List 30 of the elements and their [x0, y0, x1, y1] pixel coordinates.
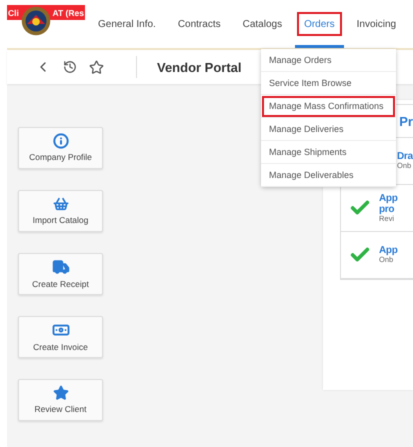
task-title[interactable]: App: [379, 245, 398, 256]
nav-tab[interactable]: General Info.: [91, 12, 163, 36]
nav-tab[interactable]: Contracts: [170, 12, 228, 36]
quick-action-button[interactable]: Import Catalog: [18, 190, 103, 232]
star-outline-icon[interactable]: [89, 60, 104, 74]
truck-icon: [52, 258, 70, 276]
menu-item[interactable]: Manage Deliveries: [261, 118, 396, 141]
nav-tab[interactable]: Invoicing: [350, 12, 404, 36]
banner-text: Cli: [8, 8, 19, 18]
menu-item[interactable]: Manage Shipments: [261, 141, 396, 164]
star-icon: [52, 385, 68, 402]
task-title[interactable]: pro: [379, 204, 398, 215]
quick-action-button[interactable]: Create Invoice: [18, 316, 103, 358]
history-icon[interactable]: [63, 60, 77, 74]
menu-item[interactable]: Manage Orders: [261, 49, 396, 72]
banner-text: AT (Res: [52, 8, 84, 18]
task-title[interactable]: Dra: [397, 151, 413, 162]
page-title: Vendor Portal: [157, 60, 242, 74]
menu-item[interactable]: Manage Mass Confirmations: [261, 95, 396, 118]
info-icon: [52, 133, 68, 150]
menu-item[interactable]: Manage Deliverables: [261, 164, 396, 187]
quick-action-button[interactable]: Create Receipt: [18, 253, 103, 295]
menu-item[interactable]: Service Item Browse: [261, 72, 396, 95]
quick-action-button[interactable]: Review Client: [18, 379, 103, 421]
nav-tab[interactable]: Orders: [297, 12, 342, 36]
quick-action-button[interactable]: Company Profile: [18, 127, 103, 169]
task-title[interactable]: App: [379, 192, 398, 204]
nav-tab[interactable]: Catalogs: [236, 12, 290, 36]
basket-icon: [52, 196, 68, 212]
seal-logo-icon: [21, 6, 51, 36]
